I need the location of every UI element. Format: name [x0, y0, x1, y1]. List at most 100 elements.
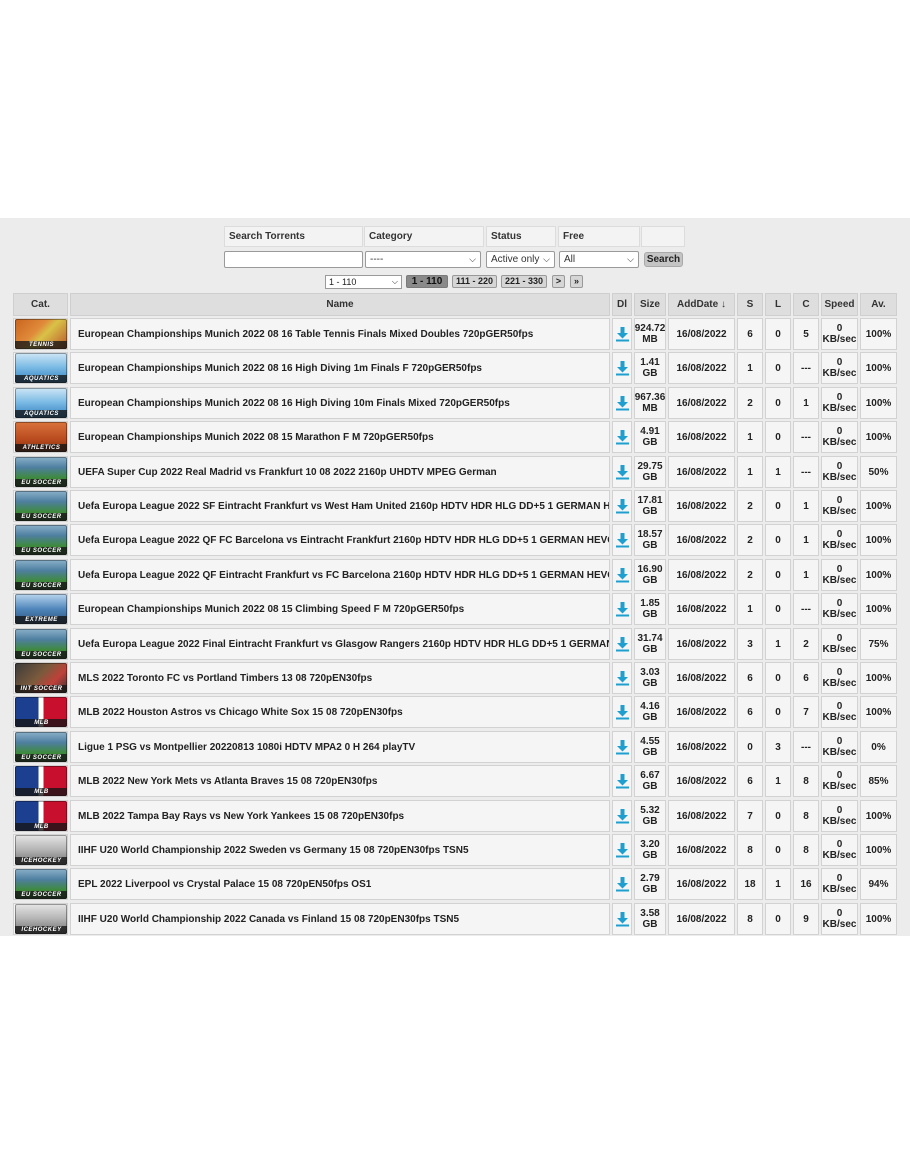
torrent-name-link[interactable]: European Championships Munich 2022 08 15… [70, 593, 610, 625]
torrent-name-link[interactable]: IIHF U20 World Championship 2022 Canada … [70, 903, 610, 935]
download-button[interactable] [612, 765, 632, 797]
page-111-220[interactable]: 111 - 220 [452, 275, 497, 288]
download-button[interactable] [612, 352, 632, 384]
search-input[interactable] [224, 251, 363, 268]
column-speed[interactable]: Speed [821, 293, 858, 316]
download-button[interactable] [612, 387, 632, 419]
aquatics-icon[interactable]: AQUATICS [14, 353, 67, 383]
category-cell[interactable]: TENNIS [13, 318, 68, 350]
download-button[interactable] [612, 868, 632, 900]
category-cell[interactable]: EXTREME [13, 593, 68, 625]
download-icon [615, 567, 629, 582]
download-button[interactable] [612, 731, 632, 763]
torrent-name-link[interactable]: Uefa Europa League 2022 QF Eintracht Fra… [70, 559, 610, 591]
size-value: 3.20 [640, 839, 660, 850]
column-size[interactable]: Size [634, 293, 666, 316]
torrent-name-link[interactable]: European Championships Munich 2022 08 16… [70, 352, 610, 384]
category-cell[interactable]: AQUATICS [13, 387, 68, 419]
torrent-name-link[interactable]: European Championships Munich 2022 08 16… [70, 387, 610, 419]
category-label: MLB [14, 823, 67, 831]
column-cat[interactable]: Cat. [13, 293, 68, 316]
mlb-icon[interactable]: MLB [14, 801, 67, 831]
soccer-icon[interactable]: EU SOCCER [14, 525, 67, 555]
page-range-select[interactable]: 1 - 110 ⌵ [325, 275, 402, 289]
download-button[interactable] [612, 696, 632, 728]
torrent-name-link[interactable]: Ligue 1 PSG vs Montpellier 20220813 1080… [70, 731, 610, 763]
download-button[interactable] [612, 490, 632, 522]
torrent-name-link[interactable]: MLB 2022 New York Mets vs Atlanta Braves… [70, 765, 610, 797]
soccer-icon[interactable]: EU SOCCER [14, 629, 67, 659]
mlb-icon[interactable]: MLB [14, 697, 67, 727]
tennis-icon[interactable]: TENNIS [14, 319, 67, 349]
download-button[interactable] [612, 834, 632, 866]
torrent-name-link[interactable]: EPL 2022 Liverpool vs Crystal Palace 15 … [70, 868, 610, 900]
category-cell[interactable]: ICEHOCKEY [13, 834, 68, 866]
torrent-name-link[interactable]: European Championships Munich 2022 08 15… [70, 421, 610, 453]
extreme-icon[interactable]: EXTREME [14, 594, 67, 624]
column-dl[interactable]: Dl [612, 293, 632, 316]
category-cell[interactable]: INT SOCCER [13, 662, 68, 694]
torrent-name-link[interactable]: IIHF U20 World Championship 2022 Sweden … [70, 834, 610, 866]
download-button[interactable] [612, 628, 632, 660]
soccer-icon[interactable]: EU SOCCER [14, 491, 67, 521]
download-button[interactable] [612, 456, 632, 488]
soccer-icon[interactable]: EU SOCCER [14, 457, 67, 487]
aquatics-icon[interactable]: AQUATICS [14, 388, 67, 418]
category-select[interactable]: ---- ⌵ [365, 251, 481, 268]
torrent-name-link[interactable]: Uefa Europa League 2022 QF FC Barcelona … [70, 524, 610, 556]
search-button[interactable]: Search [644, 252, 683, 267]
category-cell[interactable]: MLB [13, 696, 68, 728]
last-page-button[interactable]: » [570, 275, 583, 288]
category-cell[interactable]: EU SOCCER [13, 628, 68, 660]
category-cell[interactable]: MLB [13, 765, 68, 797]
icehockey-icon[interactable]: ICEHOCKEY [14, 835, 67, 865]
category-cell[interactable]: EU SOCCER [13, 559, 68, 591]
page-1-110[interactable]: 1 - 110 [406, 275, 448, 288]
torrent-name-link[interactable]: UEFA Super Cup 2022 Real Madrid vs Frank… [70, 456, 610, 488]
soccer-icon[interactable]: EU SOCCER [14, 869, 67, 899]
page-221-330[interactable]: 221 - 330 [501, 275, 547, 288]
soccer-icon[interactable]: EU SOCCER [14, 732, 67, 762]
torrent-name-link[interactable]: Uefa Europa League 2022 SF Eintracht Fra… [70, 490, 610, 522]
column-leechers[interactable]: L [765, 293, 791, 316]
athletics-icon[interactable]: ATHLETICS [14, 422, 67, 452]
soccer-icon[interactable]: EU SOCCER [14, 560, 67, 590]
category-cell[interactable]: EU SOCCER [13, 524, 68, 556]
add-date-cell: 16/08/2022 [668, 490, 735, 522]
category-cell[interactable]: ATHLETICS [13, 421, 68, 453]
download-button[interactable] [612, 662, 632, 694]
category-cell[interactable]: MLB [13, 800, 68, 832]
torrent-name-link[interactable]: MLB 2022 Houston Astros vs Chicago White… [70, 696, 610, 728]
column-seeders[interactable]: S [737, 293, 763, 316]
category-cell[interactable]: EU SOCCER [13, 490, 68, 522]
category-cell[interactable]: EU SOCCER [13, 731, 68, 763]
download-button[interactable] [612, 903, 632, 935]
torrent-name-link[interactable]: MLS 2022 Toronto FC vs Portland Timbers … [70, 662, 610, 694]
torrent-name-link[interactable]: MLB 2022 Tampa Bay Rays vs New York Yank… [70, 800, 610, 832]
category-cell[interactable]: EU SOCCER [13, 868, 68, 900]
category-cell[interactable]: ICEHOCKEY [13, 903, 68, 935]
torrent-name-link[interactable]: European Championships Munich 2022 08 16… [70, 318, 610, 350]
status-select[interactable]: Active only ⌵ [486, 251, 555, 268]
download-button[interactable] [612, 524, 632, 556]
download-button[interactable] [612, 318, 632, 350]
column-adddate[interactable]: AddDate ↓ [668, 293, 735, 316]
torrent-name-link[interactable]: Uefa Europa League 2022 Final Eintracht … [70, 628, 610, 660]
download-button[interactable] [612, 559, 632, 591]
speed-value: 0 [836, 908, 843, 919]
category-cell[interactable]: EU SOCCER [13, 456, 68, 488]
download-button[interactable] [612, 421, 632, 453]
next-page-button[interactable]: > [552, 275, 565, 288]
column-availability[interactable]: Av. [860, 293, 897, 316]
mlb-icon[interactable]: MLB [14, 766, 67, 796]
category-cell[interactable]: AQUATICS [13, 352, 68, 384]
free-select[interactable]: All ⌵ [559, 251, 639, 268]
intl-soccer-icon[interactable]: INT SOCCER [14, 663, 67, 693]
download-button[interactable] [612, 800, 632, 832]
column-completed[interactable]: C [793, 293, 819, 316]
size-unit: GB [642, 644, 658, 655]
icehockey-icon[interactable]: ICEHOCKEY [14, 904, 67, 934]
column-name[interactable]: Name [70, 293, 610, 316]
download-button[interactable] [612, 593, 632, 625]
add-date-cell: 16/08/2022 [668, 800, 735, 832]
